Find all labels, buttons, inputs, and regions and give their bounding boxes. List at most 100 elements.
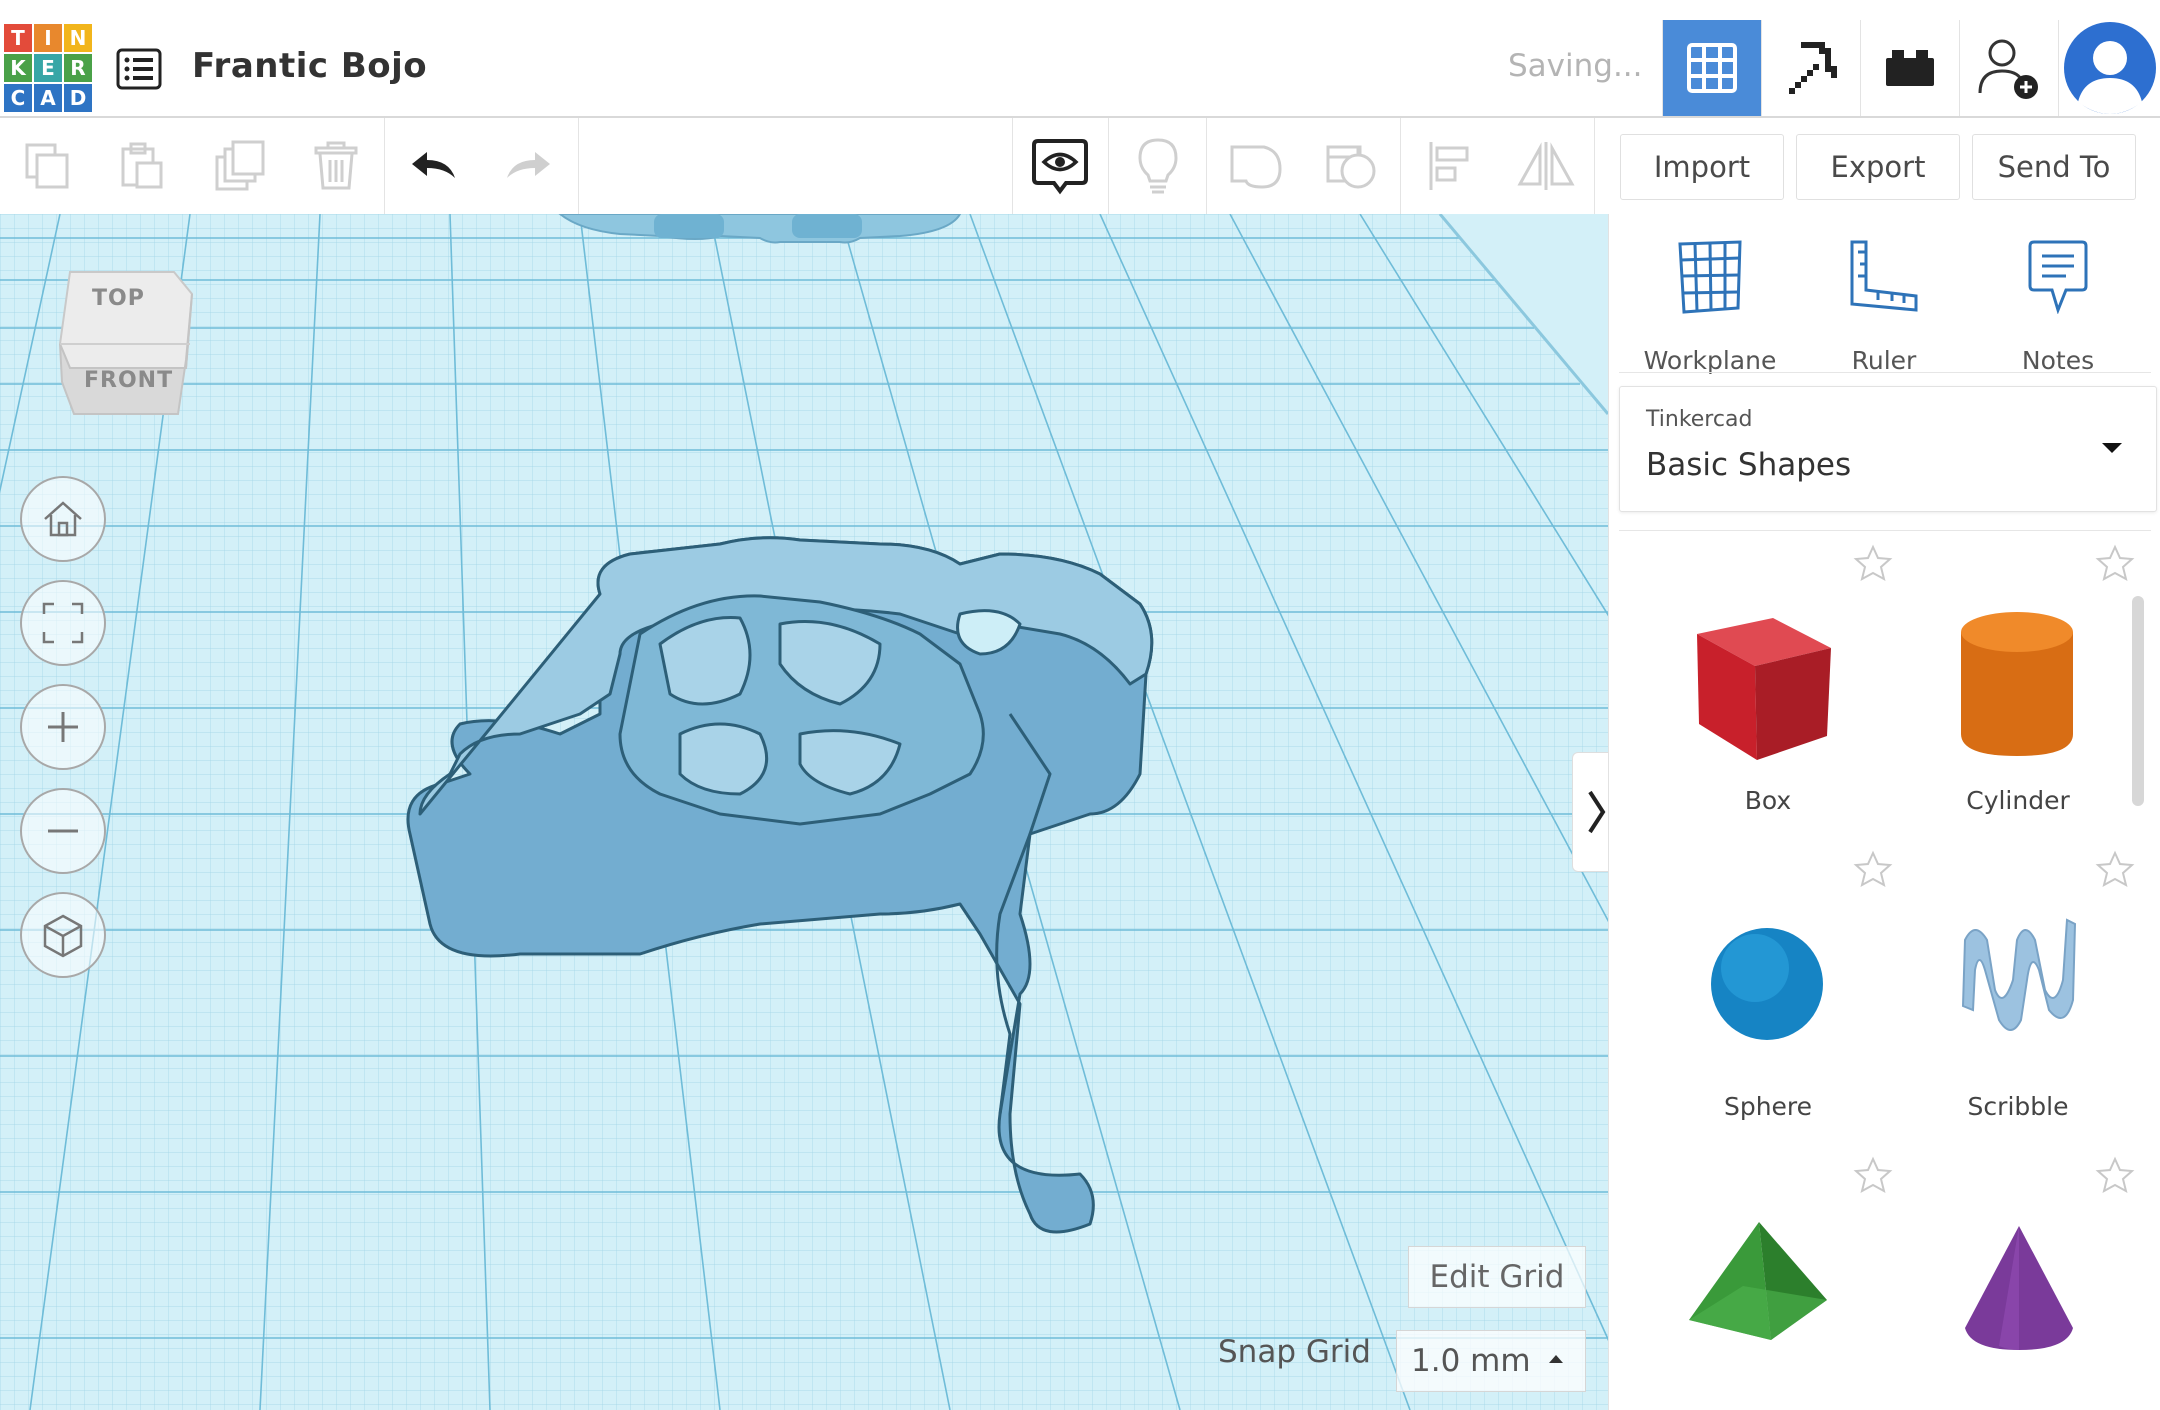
copy-button[interactable] [2, 118, 94, 214]
shape-scribble[interactable]: Scribble [1893, 840, 2143, 1140]
notes-visibility-button[interactable] [1014, 118, 1106, 214]
invite-collaborator-button[interactable] [1959, 20, 2058, 116]
favorite-star-icon[interactable] [2095, 544, 2135, 582]
paste-button[interactable] [96, 118, 188, 214]
workplane-viewport[interactable]: TOP FRONT Edit Grid Snap Grid 1.0 mm [0, 214, 1608, 1410]
align-button[interactable] [1404, 118, 1496, 214]
shape-roof[interactable] [1643, 1146, 1893, 1410]
chevron-right-icon [1588, 790, 1606, 834]
shape-label: Sphere [1723, 1092, 1813, 1121]
lightbulb-icon [1138, 138, 1178, 194]
blocks-view-button[interactable] [1761, 20, 1860, 116]
shape-box[interactable]: Box [1643, 534, 1893, 834]
avatar-icon [2064, 22, 2156, 114]
home-view-button[interactable] [20, 476, 106, 562]
delete-button[interactable] [290, 118, 382, 214]
logo-letter: A [34, 84, 62, 112]
grid-icon [1687, 43, 1737, 93]
redo-button[interactable] [482, 118, 574, 214]
favorite-star-icon[interactable] [2095, 850, 2135, 888]
notes-tool[interactable]: Notes [1973, 234, 2143, 375]
snap-grid-label: Snap Grid [1218, 1334, 1371, 1370]
fit-icon [42, 602, 84, 644]
snap-grid-value: 1.0 mm [1411, 1343, 1531, 1379]
shape-sphere[interactable]: Sphere [1643, 840, 1893, 1140]
group-button[interactable] [1210, 118, 1302, 214]
group-icon [1230, 145, 1282, 189]
copy-icon [25, 143, 69, 189]
box-shape-icon [1697, 618, 1831, 760]
scribble-shape-icon [1961, 918, 2077, 1031]
workplane-grid [0, 214, 1608, 1410]
top-strip [0, 0, 2160, 21]
shape-cone[interactable] [1893, 1146, 2143, 1410]
logo-letter: R [64, 54, 92, 82]
design-title[interactable]: Frantic Bojo [192, 46, 427, 86]
tinkercad-logo[interactable]: T I N K E R C A D [4, 24, 92, 112]
logo-letter: K [4, 54, 32, 82]
show-all-button[interactable] [1112, 118, 1204, 214]
ungroup-button[interactable] [1306, 118, 1398, 214]
ruler-tool-label: Ruler [1851, 346, 1917, 375]
favorite-star-icon[interactable] [1853, 1156, 1893, 1194]
import-button[interactable]: Import [1620, 134, 1784, 200]
cone-shape-icon [1965, 1226, 2073, 1350]
undo-icon [412, 152, 455, 178]
notes-icon [2028, 240, 2088, 314]
caret-up-icon [1549, 1355, 1563, 1363]
bricks-view-button[interactable] [1860, 20, 1959, 116]
save-status: Saving... [1508, 48, 1643, 84]
trash-icon [314, 141, 358, 190]
favorite-star-icon[interactable] [1853, 850, 1893, 888]
user-avatar-button[interactable] [2058, 20, 2160, 116]
undo-button[interactable] [388, 118, 480, 214]
projection-button[interactable] [20, 892, 106, 978]
logo-letter: I [34, 24, 62, 52]
shape-label: Cylinder [1966, 786, 2070, 815]
toolbar-separator [1108, 118, 1109, 214]
design-list-button[interactable] [112, 42, 166, 96]
logo-letter: C [4, 84, 32, 112]
toolbar-separator [1206, 118, 1207, 214]
fit-view-button[interactable] [20, 580, 106, 666]
zoom-in-button[interactable] [20, 684, 106, 770]
favorite-star-icon[interactable] [2095, 1156, 2135, 1194]
align-icon [1429, 142, 1469, 190]
snap-grid-select[interactable]: 1.0 mm [1396, 1330, 1586, 1392]
3d-design-view-button[interactable] [1662, 20, 1761, 116]
add-user-icon [1978, 39, 2038, 99]
edit-grid-button[interactable]: Edit Grid [1408, 1246, 1586, 1308]
panel-divider [1619, 530, 2151, 531]
zoom-out-button[interactable] [20, 788, 106, 874]
app-header: T I N K E R C A D Frantic Bojo Saving... [0, 20, 2160, 118]
brick-icon [1886, 50, 1934, 86]
export-button[interactable]: Export [1796, 134, 1960, 200]
send-to-button[interactable]: Send To [1972, 134, 2136, 200]
shapes-scrollbar[interactable] [2132, 596, 2144, 806]
pickaxe-icon [1789, 42, 1837, 94]
shapes-grid: Box Cylinder Sphere Scribble [1609, 534, 2160, 1410]
logo-letter: N [64, 24, 92, 52]
notes-tool-label: Notes [2021, 346, 2095, 375]
edit-toolbar: Import Export Send To [0, 118, 2160, 216]
shape-cylinder[interactable]: Cylinder [1893, 534, 2143, 834]
ruler-tool[interactable]: Ruler [1799, 234, 1969, 375]
home-icon [44, 501, 82, 537]
shape-library-select[interactable]: Tinkercad Basic Shapes [1619, 386, 2157, 512]
viewcube-top-label: TOP [92, 286, 145, 311]
favorite-star-icon[interactable] [1853, 544, 1893, 582]
toolbar-separator [1400, 118, 1401, 214]
ungroup-icon [1326, 145, 1376, 189]
logo-letter: E [34, 54, 62, 82]
duplicate-button[interactable] [194, 118, 286, 214]
viewcube-front-label: FRONT [84, 368, 174, 393]
workplane-tool[interactable]: Workplane [1625, 234, 1795, 375]
logo-letter: D [64, 84, 92, 112]
toolbar-separator [1594, 118, 1595, 214]
minus-icon [48, 829, 78, 833]
mirror-button[interactable] [1500, 118, 1592, 214]
ruler-icon [1850, 240, 1918, 312]
cylinder-shape-icon [1961, 612, 2073, 756]
library-provider: Tinkercad [1646, 407, 1753, 432]
sphere-shape-icon [1711, 928, 1823, 1040]
